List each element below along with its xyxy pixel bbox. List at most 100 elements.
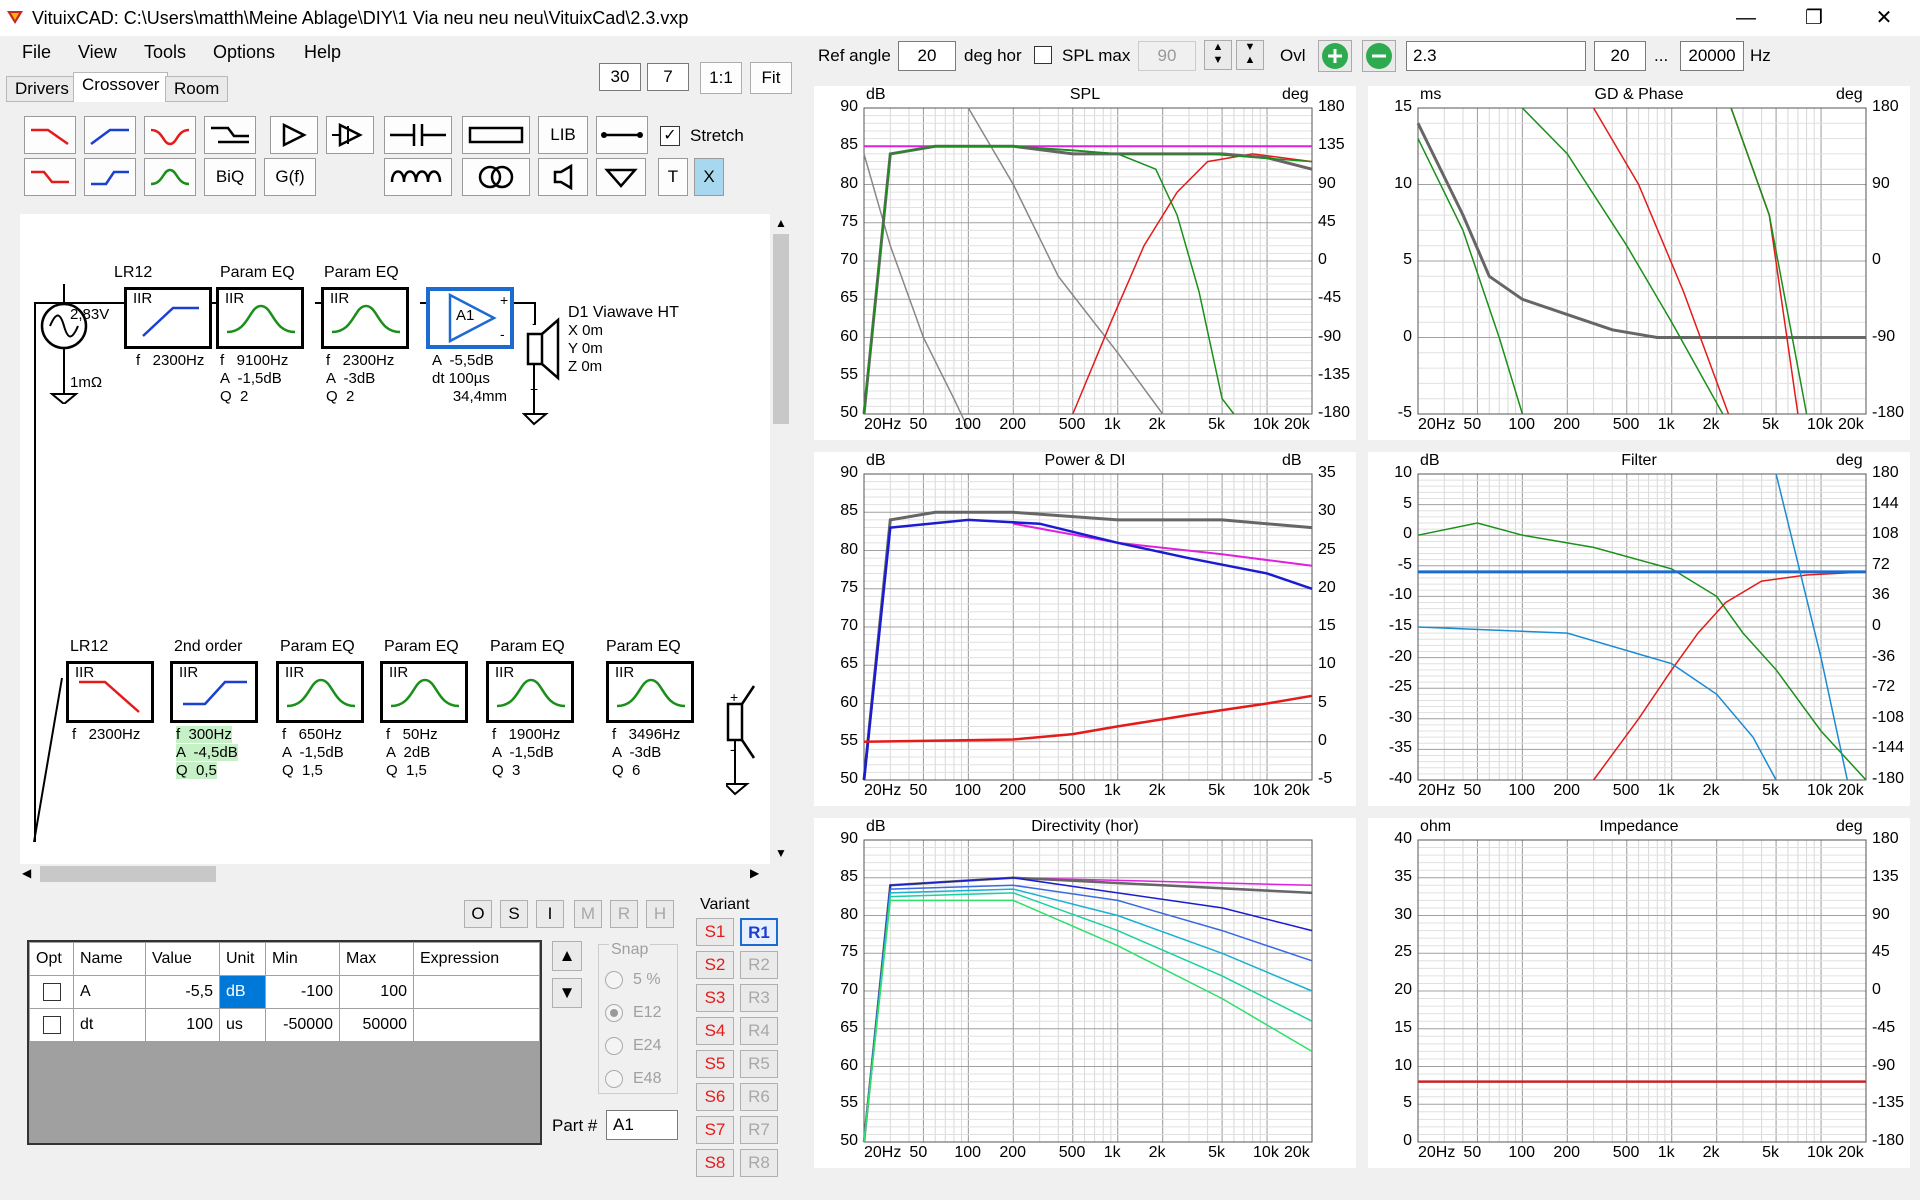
variant-r1-button[interactable]: R1 <box>740 918 778 946</box>
variant-s8-button[interactable]: S8 <box>696 1149 734 1177</box>
variant-r6-button[interactable]: R6 <box>740 1083 778 1111</box>
plot-filter[interactable]: Filter dB deg 10 5 0 -5 -10 -15 -20 -25 -30 -35 -40 18… <box>1368 452 1910 806</box>
m-button[interactable]: M <box>574 900 602 928</box>
table-row[interactable]: dt 100 us -50000 50000 <box>29 1008 540 1042</box>
s-button[interactable]: S <box>500 900 528 928</box>
buffer-button[interactable] <box>270 116 318 154</box>
scroll-thumb[interactable] <box>40 866 216 882</box>
canvas-horizontal-scrollbar[interactable]: ◀ ▶ <box>20 864 771 884</box>
h-button[interactable]: H <box>646 900 674 928</box>
library-button[interactable]: LIB <box>538 116 588 154</box>
variant-s4-button[interactable]: S4 <box>696 1017 734 1045</box>
menu-view[interactable]: View <box>78 42 117 63</box>
tab-drivers[interactable]: Drivers <box>6 76 78 102</box>
variant-s6-button[interactable]: S6 <box>696 1083 734 1111</box>
snap-radio-e24[interactable] <box>605 1037 623 1055</box>
wire-button[interactable] <box>596 116 648 154</box>
crossover-block-lr12[interactable]: IIR <box>124 287 212 349</box>
menu-tools[interactable]: Tools <box>144 42 186 63</box>
tab-crossover[interactable]: Crossover <box>73 72 169 102</box>
variant-r7-button[interactable]: R7 <box>740 1116 778 1144</box>
move-down-button[interactable]: ▼ <box>552 978 582 1008</box>
scroll-left-icon[interactable]: ◀ <box>22 866 31 880</box>
restore-button[interactable]: ❐ <box>1786 4 1842 32</box>
zoom-value-2[interactable]: 7 <box>647 63 689 91</box>
value-cell[interactable]: -5,5 <box>145 975 220 1009</box>
move-up-button[interactable]: ▲ <box>552 941 582 971</box>
r-button[interactable]: R <box>610 900 638 928</box>
min-cell[interactable]: -50000 <box>265 1008 340 1042</box>
bandstop-red-button[interactable] <box>144 116 196 154</box>
canvas-vertical-scrollbar[interactable]: ▲ ▼ <box>771 214 791 864</box>
variant-r4-button[interactable]: R4 <box>740 1017 778 1045</box>
variant-s3-button[interactable]: S3 <box>696 984 734 1012</box>
spl-max-checkbox[interactable] <box>1034 46 1052 64</box>
remove-overlay-button[interactable] <box>1362 40 1396 72</box>
expression-cell[interactable] <box>413 975 540 1009</box>
variant-s7-button[interactable]: S7 <box>696 1116 734 1144</box>
scroll-thumb[interactable] <box>773 234 789 424</box>
freq-max-input[interactable]: 20000 <box>1680 41 1744 71</box>
variant-s1-button[interactable]: S1 <box>696 918 734 946</box>
crossover-block-peq[interactable]: IIR <box>216 287 304 349</box>
scroll-down-icon[interactable]: ▼ <box>775 846 787 860</box>
schematic-canvas[interactable]: 2,83V 1mΩ LR12 IIR f 2300Hz Param EQ IIR… <box>20 214 770 864</box>
table-row[interactable]: A -5,5 dB -100 100 <box>29 975 540 1009</box>
delete-button[interactable]: X <box>694 158 724 196</box>
snap-radio-5pct[interactable] <box>605 971 623 989</box>
plot-power-di[interactable]: Power & DI dB dB 90 85 80 75 70 65 60 55 50 35 30 25 20… <box>814 452 1356 806</box>
spl-max-input[interactable]: 90 <box>1138 41 1196 71</box>
transfer-function-button[interactable]: G(f) <box>264 158 316 196</box>
ref-angle-input[interactable]: 20 <box>898 41 956 71</box>
transformer-button[interactable] <box>462 158 530 196</box>
o-button[interactable]: O <box>464 900 492 928</box>
zoom-1-1-button[interactable]: 1:1 <box>700 62 742 94</box>
plot-gd-phase[interactable]: GD & Phase ms deg 15 10 5 0 -5 180 90 0 -90 -180 20Hz… <box>1368 86 1910 440</box>
lowpass-red-button[interactable] <box>24 116 76 154</box>
plot-spl[interactable]: SPL dB deg 90 85 80 75 70 65 60 55 50 180 135 90 45 0 -45… <box>814 86 1356 440</box>
zoom-value-1[interactable]: 30 <box>599 63 641 91</box>
min-cell[interactable]: -100 <box>265 975 340 1009</box>
menu-file[interactable]: File <box>22 42 51 63</box>
lowpass-2-button[interactable] <box>24 158 76 196</box>
variant-r5-button[interactable]: R5 <box>740 1050 778 1078</box>
crossover-block-lr12[interactable]: IIR <box>66 661 154 723</box>
ground-button[interactable] <box>596 158 646 196</box>
highpass-2-button[interactable] <box>84 158 136 196</box>
crossover-block-2nd-order[interactable]: IIR <box>170 661 258 723</box>
amplifier-block[interactable]: + - A1 <box>426 287 514 349</box>
close-button[interactable]: ✕ <box>1856 4 1912 32</box>
resistor-button[interactable] <box>462 116 530 154</box>
variant-r2-button[interactable]: R2 <box>740 951 778 979</box>
driver-button[interactable] <box>538 158 588 196</box>
highpass-blue-button[interactable] <box>84 116 136 154</box>
menu-options[interactable]: Options <box>213 42 275 63</box>
inductor-button[interactable] <box>384 158 452 196</box>
snap-radio-e12[interactable] <box>605 1004 623 1022</box>
value-cell[interactable]: 100 <box>145 1008 220 1042</box>
i-button[interactable]: I <box>536 900 564 928</box>
plot-directivity-hor[interactable]: Directivity (hor) dB 90 85 80 75 70 65 60 55 50 20H… <box>814 818 1356 1168</box>
crossover-block-peq[interactable]: IIR <box>380 661 468 723</box>
crossover-block-peq[interactable]: IIR <box>606 661 694 723</box>
crossover-block-peq[interactable]: IIR <box>321 287 409 349</box>
part-number-input[interactable]: A1 <box>606 1110 678 1140</box>
shelf-button[interactable] <box>204 116 256 154</box>
unit-cell[interactable]: dB <box>219 975 266 1009</box>
scroll-right-icon[interactable]: ▶ <box>750 866 759 880</box>
scroll-up-icon[interactable]: ▲ <box>775 216 787 230</box>
zoom-fit-button[interactable]: Fit <box>750 62 792 94</box>
spl-limit-button[interactable]: ▼ ▲ <box>1236 40 1264 70</box>
biquad-button[interactable]: BiQ <box>204 158 256 196</box>
tab-room[interactable]: Room <box>165 76 229 102</box>
opt-cell[interactable] <box>29 975 74 1009</box>
plot-impedance[interactable]: Impedance ohm deg 40 35 30 25 20 15 10 5 0 180 135 90 4… <box>1368 818 1910 1168</box>
expression-cell[interactable] <box>413 1008 540 1042</box>
unit-cell[interactable]: us <box>219 1008 266 1042</box>
crossover-block-peq[interactable]: IIR <box>276 661 364 723</box>
snap-radio-e48[interactable] <box>605 1070 623 1088</box>
variant-s2-button[interactable]: S2 <box>696 951 734 979</box>
stretch-checkbox[interactable]: ✓ <box>660 126 680 146</box>
add-overlay-button[interactable] <box>1318 40 1352 72</box>
menu-help[interactable]: Help <box>304 42 341 63</box>
